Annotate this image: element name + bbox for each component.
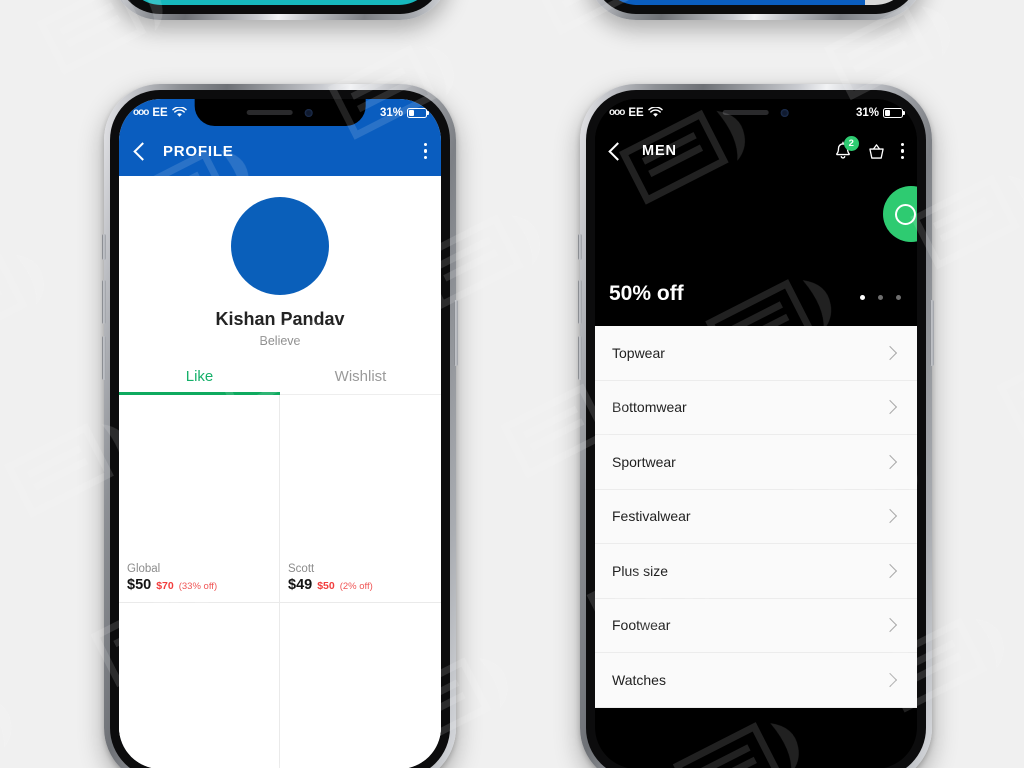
product-discount: (2% off): [339, 581, 373, 592]
power-button[interactable]: [930, 300, 934, 366]
profile-tagline: Believe: [259, 334, 301, 348]
banner-ring-icon: [883, 186, 917, 242]
banner-headline: 50% off: [609, 282, 684, 305]
device-notch: [194, 99, 366, 126]
product-price: $49: [288, 577, 313, 593]
earpiece-speaker: [723, 110, 769, 115]
earpiece-speaker: [247, 110, 293, 115]
men-app-bar: MEN 2: [595, 126, 917, 176]
tab-wishlist[interactable]: Wishlist: [280, 362, 441, 394]
back-button[interactable]: [133, 141, 152, 161]
carousel-dot[interactable]: [860, 295, 865, 300]
phone-men-category: ooo EE 31% MEN 2 50% off Topwear Bottomw…: [578, 84, 934, 768]
grey-app-panel: [865, 0, 911, 5]
product-old-price: $50: [317, 580, 335, 592]
volume-down-button[interactable]: [578, 336, 582, 380]
battery-icon: [883, 107, 905, 118]
carrier-label: EE: [628, 106, 644, 119]
partial-phone-top-right: [586, 0, 926, 20]
category-label: Sportwear: [612, 453, 676, 470]
mute-switch[interactable]: [578, 234, 582, 260]
product-name: Global: [127, 563, 161, 575]
partial-screen-blue: [601, 0, 911, 5]
profile-tabs: Like Wishlist: [119, 362, 441, 395]
volume-up-button[interactable]: [102, 280, 106, 324]
category-label: Watches: [612, 671, 666, 688]
product-card[interactable]: [119, 603, 280, 768]
product-card[interactable]: Scott $49 $50 (2% off): [280, 395, 441, 603]
chevron-right-icon: [882, 672, 898, 687]
notification-badge: 2: [843, 136, 859, 151]
tab-wishlist-label: Wishlist: [334, 368, 387, 385]
phone-profile: ooo EE 31% PROFILE Kishan Pandav Believe…: [102, 84, 458, 768]
blue-app-content: [601, 0, 865, 5]
partial-phone-top-left: [110, 0, 450, 20]
volume-up-button[interactable]: [578, 280, 582, 324]
men-category-screen: ooo EE 31% MEN 2 50% off Topwear Bottomw…: [595, 99, 917, 768]
front-camera: [305, 108, 313, 117]
battery-percent-label: 31%: [379, 106, 403, 119]
profile-body: Kishan Pandav Believe Like Wishlist Glob…: [119, 197, 441, 768]
category-label: Topwear: [612, 344, 665, 361]
screenshot-canvas: ooo EE 31% PROFILE Kishan Pandav Believe…: [0, 0, 1024, 768]
tab-like-label: Like: [185, 368, 214, 385]
front-camera: [781, 108, 789, 117]
list-item[interactable]: Plus size: [595, 544, 917, 599]
wifi-icon: [647, 107, 663, 117]
carousel-dots[interactable]: [860, 295, 901, 300]
battery-percent-label: 31%: [855, 106, 879, 119]
list-item[interactable]: Footwear: [595, 598, 917, 653]
kebab-menu-icon[interactable]: [423, 143, 427, 159]
product-card[interactable]: [280, 603, 441, 768]
product-card[interactable]: Global $50 $70 (33% off): [119, 395, 280, 603]
page-title: MEN: [642, 143, 677, 159]
power-button[interactable]: [454, 300, 458, 366]
wifi-icon: [171, 107, 187, 117]
chevron-right-icon: [882, 400, 898, 415]
list-item[interactable]: Sportwear: [595, 435, 917, 490]
product-old-price: $70: [156, 580, 174, 592]
category-label: Plus size: [612, 562, 669, 579]
chevron-right-icon: [882, 563, 898, 578]
category-label: Festivalwear: [612, 508, 691, 525]
product-price: $50: [127, 577, 152, 593]
list-item[interactable]: Watches: [595, 653, 917, 708]
profile-name: Kishan Pandav: [215, 309, 345, 329]
list-item[interactable]: Festivalwear: [595, 489, 917, 544]
product-name: Scott: [288, 563, 315, 575]
profile-app-bar: PROFILE: [119, 126, 441, 176]
chevron-right-icon: [882, 454, 898, 469]
back-button[interactable]: [608, 141, 627, 161]
list-item[interactable]: Topwear: [595, 326, 917, 381]
signal-dots-icon: ooo: [609, 107, 625, 118]
chevron-right-icon: [882, 509, 898, 524]
device-notch: [670, 99, 842, 126]
shopping-basket-icon[interactable]: [867, 142, 886, 161]
category-label: Bottomwear: [612, 399, 687, 416]
notification-bell-icon[interactable]: 2: [834, 136, 859, 161]
carousel-dot[interactable]: [878, 295, 883, 300]
category-label: Footwear: [612, 617, 671, 634]
mute-switch[interactable]: [102, 234, 106, 260]
teal-app-content: [125, 0, 435, 5]
page-title: PROFILE: [163, 142, 234, 160]
partial-screen-teal: [125, 0, 435, 5]
profile-screen: ooo EE 31% PROFILE Kishan Pandav Believe…: [119, 99, 441, 768]
avatar[interactable]: [231, 197, 329, 295]
product-discount: (33% off): [178, 581, 218, 592]
battery-icon: [407, 107, 429, 118]
tab-like[interactable]: Like: [119, 362, 280, 395]
carousel-dot[interactable]: [896, 295, 901, 300]
product-grid: Global $50 $70 (33% off) Scott $49 $50 (…: [119, 395, 441, 768]
signal-dots-icon: ooo: [133, 107, 149, 118]
carrier-label: EE: [152, 106, 168, 119]
chevron-right-icon: [882, 618, 898, 633]
category-list: Topwear Bottomwear Sportwear Festivalwea…: [595, 326, 917, 708]
kebab-menu-icon[interactable]: [900, 143, 904, 159]
promo-banner[interactable]: 50% off: [595, 176, 917, 326]
list-item[interactable]: Bottomwear: [595, 380, 917, 435]
chevron-right-icon: [882, 345, 898, 360]
volume-down-button[interactable]: [102, 336, 106, 380]
